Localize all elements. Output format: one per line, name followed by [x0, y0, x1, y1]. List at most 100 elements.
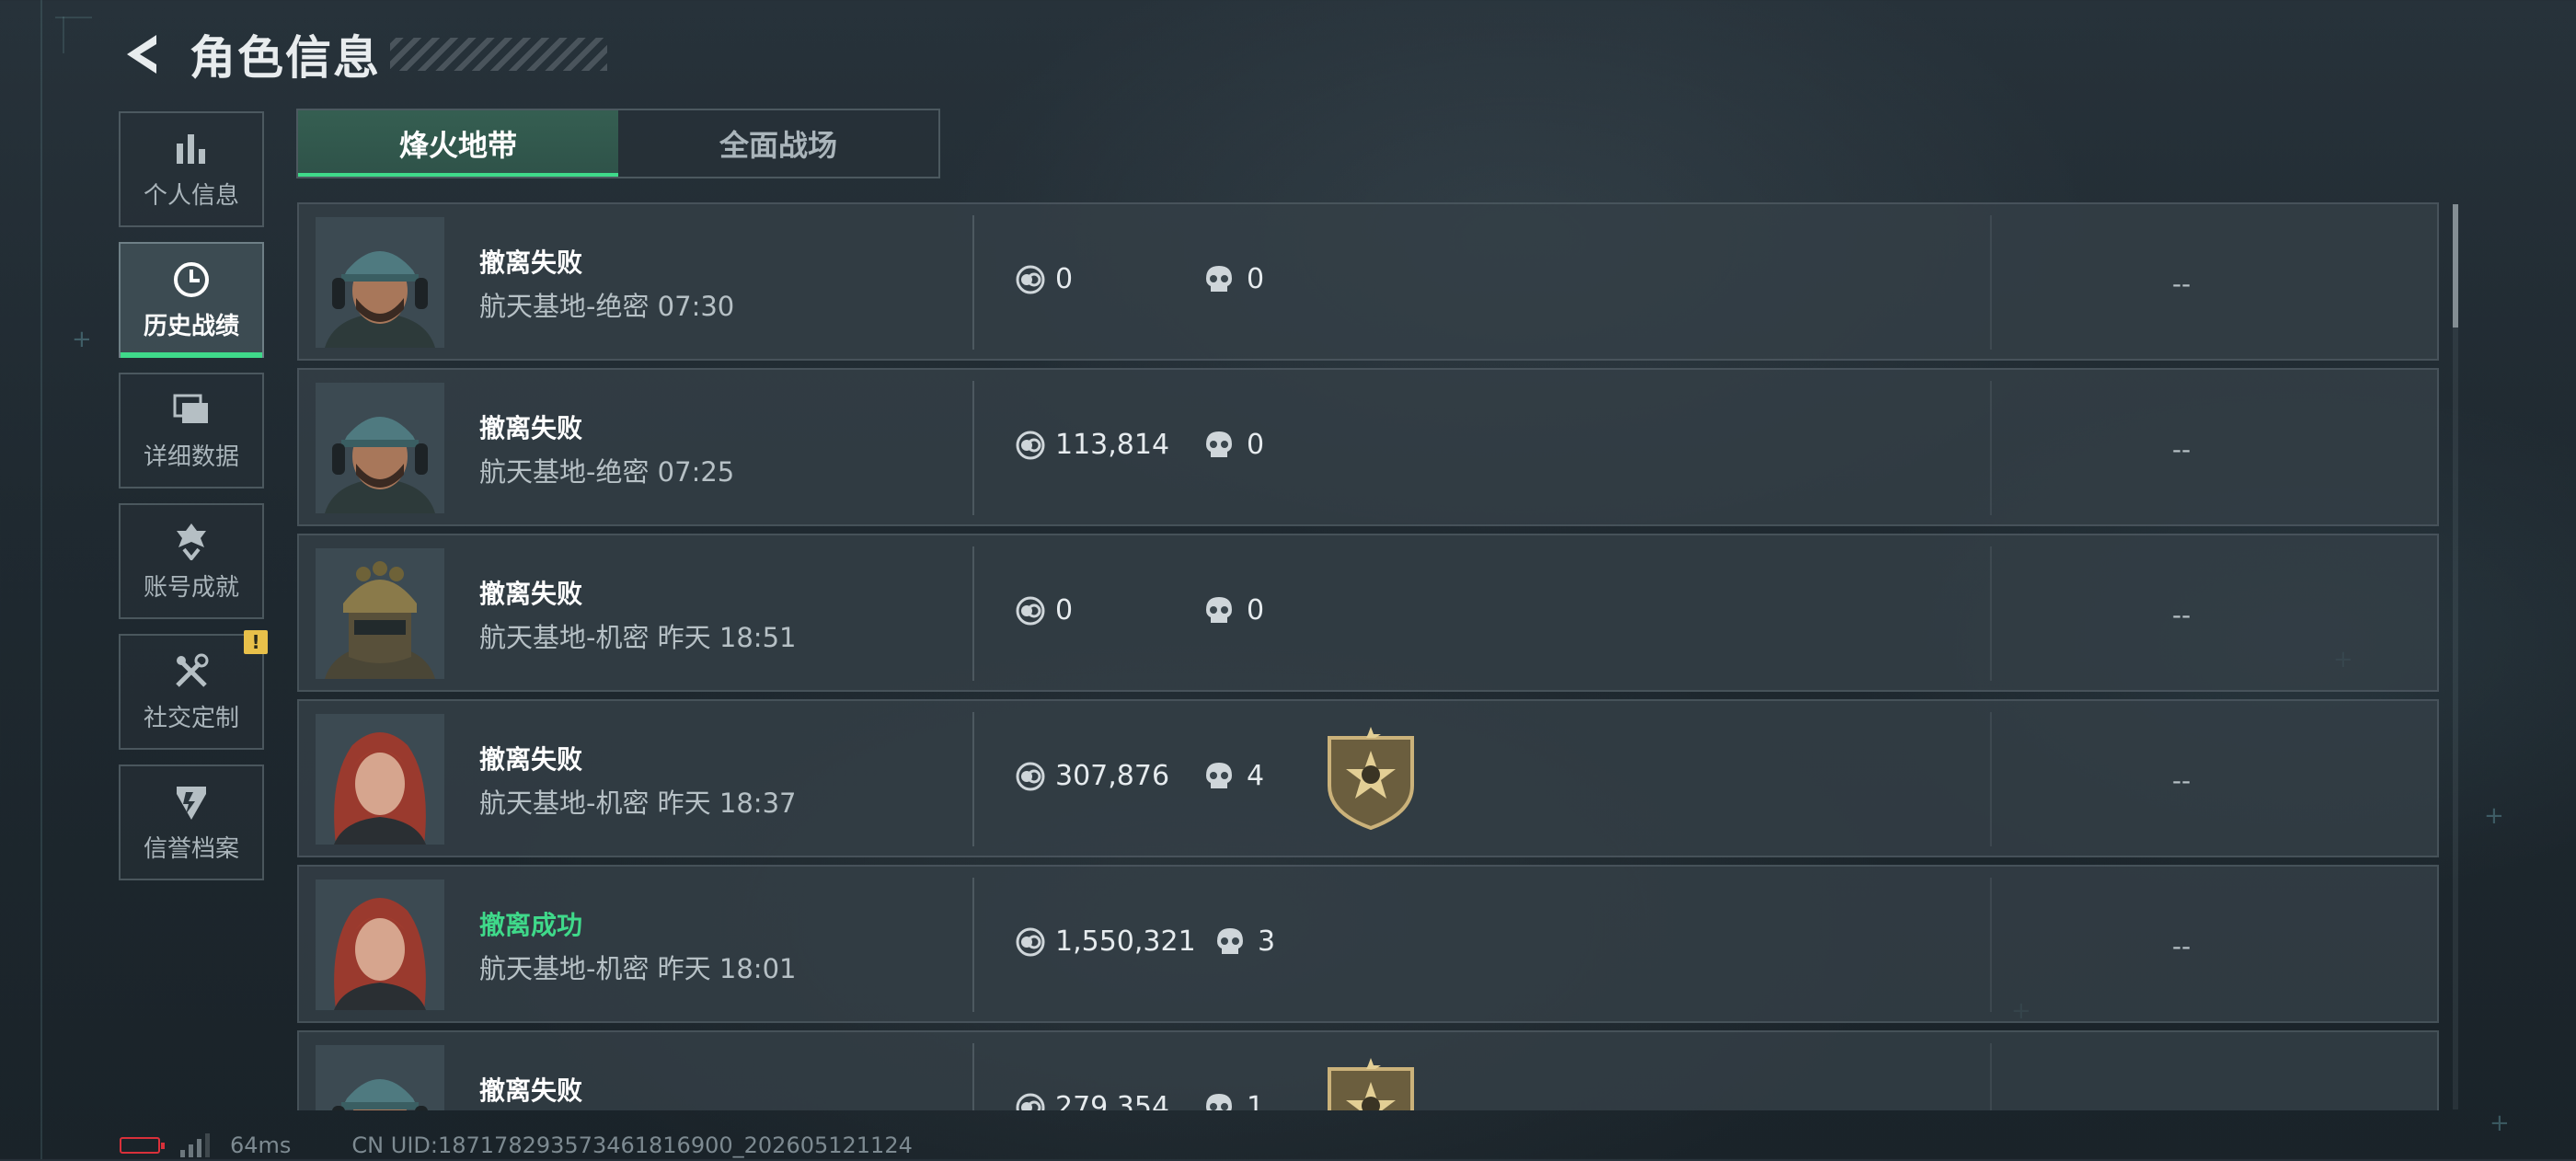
status-bar: 64ms CN UID:187178293573461816900_202605…	[120, 1130, 913, 1161]
match-record-row[interactable]: 撤离失败 航天基地-机密 昨天 18:51 0 0 --	[297, 534, 2439, 692]
extraction-status: 撤离失败	[479, 579, 583, 609]
kill-text: 0	[1247, 429, 1265, 461]
bar-chart-icon	[171, 129, 212, 169]
page-title: 角色信息	[190, 31, 381, 85]
cards-stack-icon	[171, 390, 212, 431]
coin-icon	[1016, 596, 1045, 625]
map-and-time: 航天基地-机密 昨天 18:01	[479, 953, 797, 984]
skull-icon	[1206, 431, 1232, 457]
skull-icon	[1217, 927, 1243, 954]
kill-text: 0	[1247, 263, 1265, 295]
extracted-value: 307,876	[1015, 760, 1169, 792]
sidebar-item-label: 信誉档案	[143, 834, 239, 863]
extra-info: --	[2172, 434, 2191, 465]
skull-icon	[1206, 265, 1232, 292]
mode-tabs: 烽火地带 全面战场	[296, 109, 940, 178]
sidebar-item-label: 社交定制	[143, 704, 239, 732]
row-divider	[972, 712, 974, 846]
kill-count: 3	[1215, 925, 1275, 958]
sidebar-item-label: 历史战绩	[143, 312, 239, 340]
kill-text: 1	[1247, 1091, 1265, 1110]
operator-portrait	[316, 548, 444, 679]
extra-info: --	[2172, 269, 2191, 299]
sidebar-item-label: 账号成就	[143, 573, 239, 602]
row-divider	[972, 1043, 974, 1110]
operator-portrait	[316, 714, 444, 845]
skull-icon	[1206, 1093, 1232, 1110]
sidebar-item-label: 详细数据	[143, 443, 239, 471]
back-arrow-icon	[127, 35, 156, 74]
sidebar-item-credit[interactable]: 信誉档案	[119, 764, 264, 880]
operator-portrait	[316, 1045, 444, 1110]
match-record-row[interactable]: 撤离失败 航天基地-绝密 07:30 0 0 --	[297, 202, 2439, 361]
extraction-status: 撤离失败	[479, 744, 583, 775]
map-and-time: 航天基地-绝密 07:25	[479, 456, 735, 488]
value-text: 1,550,321	[1055, 925, 1196, 958]
back-button[interactable]	[118, 27, 166, 82]
kill-count: 1	[1204, 1091, 1264, 1110]
sidebar-item-history[interactable]: 历史战绩	[119, 242, 264, 358]
kill-text: 4	[1247, 760, 1265, 792]
kill-medal-icon	[1328, 727, 1414, 830]
extra-info: --	[2172, 600, 2191, 630]
row-divider	[972, 215, 974, 350]
sidebar: 个人信息 历史战绩 详细数据 账号成就 社交定制 ! 信誉档案	[119, 111, 268, 895]
extracted-value: 0	[1015, 594, 1073, 626]
row-divider	[972, 381, 974, 515]
coin-icon	[1016, 265, 1045, 293]
row-divider	[1990, 712, 1992, 846]
skull-icon	[1206, 762, 1232, 788]
operator-portrait	[316, 383, 444, 513]
medal-icon	[171, 521, 212, 561]
battery-icon	[120, 1137, 165, 1154]
value-text: 279,354	[1055, 1091, 1170, 1110]
match-record-row[interactable]: 撤离失败 航天基地-机密 昨天 18:37 307,876 4 --	[297, 699, 2439, 857]
row-divider	[1990, 381, 1992, 515]
map-and-time: 航天基地-机密 昨天 18:37	[479, 787, 797, 819]
uid-text: CN UID:187178293573461816900_20260512112…	[351, 1132, 913, 1158]
sidebar-item-detailed-data[interactable]: 详细数据	[119, 373, 264, 489]
coin-icon	[1016, 927, 1045, 956]
match-record-row[interactable]: 撤离失败 航天基地-绝密 07:25 113,814 0 --	[297, 368, 2439, 526]
title-decoration	[390, 38, 607, 71]
kill-text: 0	[1247, 594, 1265, 626]
coin-icon	[1016, 762, 1045, 790]
row-divider	[972, 878, 974, 1012]
credit-badge-icon	[171, 782, 212, 822]
extracted-value: 0	[1015, 263, 1073, 295]
coin-icon	[1016, 431, 1045, 459]
kill-count: 4	[1204, 760, 1264, 792]
kill-count: 0	[1204, 263, 1264, 295]
skull-icon	[1206, 596, 1232, 623]
match-record-row[interactable]: 撤离成功航天基地-机密 昨天 18:01 1,550,321 3 --	[297, 865, 2439, 1023]
operator-portrait	[316, 879, 444, 1010]
kill-text: 3	[1258, 925, 1276, 958]
row-divider	[1990, 215, 1992, 350]
row-divider	[1990, 878, 1992, 1012]
row-divider	[1990, 546, 1992, 681]
header: 角色信息	[118, 22, 607, 86]
scroll-thumb[interactable]	[2453, 204, 2458, 328]
scrollbar[interactable]	[2453, 204, 2458, 1109]
tab-fenghuo[interactable]: 烽火地带	[298, 110, 618, 177]
extracted-value: 113,814	[1015, 429, 1169, 461]
extraction-status: 撤离成功	[479, 910, 583, 940]
value-text: 307,876	[1055, 760, 1170, 792]
extracted-value: 1,550,321	[1015, 925, 1196, 958]
value-text: 0	[1055, 263, 1074, 295]
match-record-row[interactable]: 撤离失败 279,354 1	[297, 1030, 2439, 1110]
tab-quanmian[interactable]: 全面战场	[618, 110, 938, 177]
operator-portrait	[316, 217, 444, 348]
notification-badge: !	[244, 630, 268, 654]
signal-icon	[180, 1133, 210, 1157]
sidebar-item-achievements[interactable]: 账号成就	[119, 503, 264, 619]
extra-info: --	[2172, 931, 2191, 961]
sidebar-item-social[interactable]: 社交定制 !	[119, 630, 268, 750]
sidebar-item-personal-info[interactable]: 个人信息	[119, 111, 264, 227]
history-clock-icon	[171, 259, 212, 300]
match-history-list: 撤离失败 航天基地-绝密 07:30 0 0 -- 撤离失败 航天基地-绝密 07:25 11…	[297, 202, 2441, 1110]
kill-medal-icon	[1328, 1058, 1414, 1110]
ping-text: 64ms	[230, 1132, 292, 1158]
map-and-time: 航天基地-绝密 07:30	[479, 291, 735, 322]
extracted-value: 279,354	[1015, 1091, 1169, 1110]
